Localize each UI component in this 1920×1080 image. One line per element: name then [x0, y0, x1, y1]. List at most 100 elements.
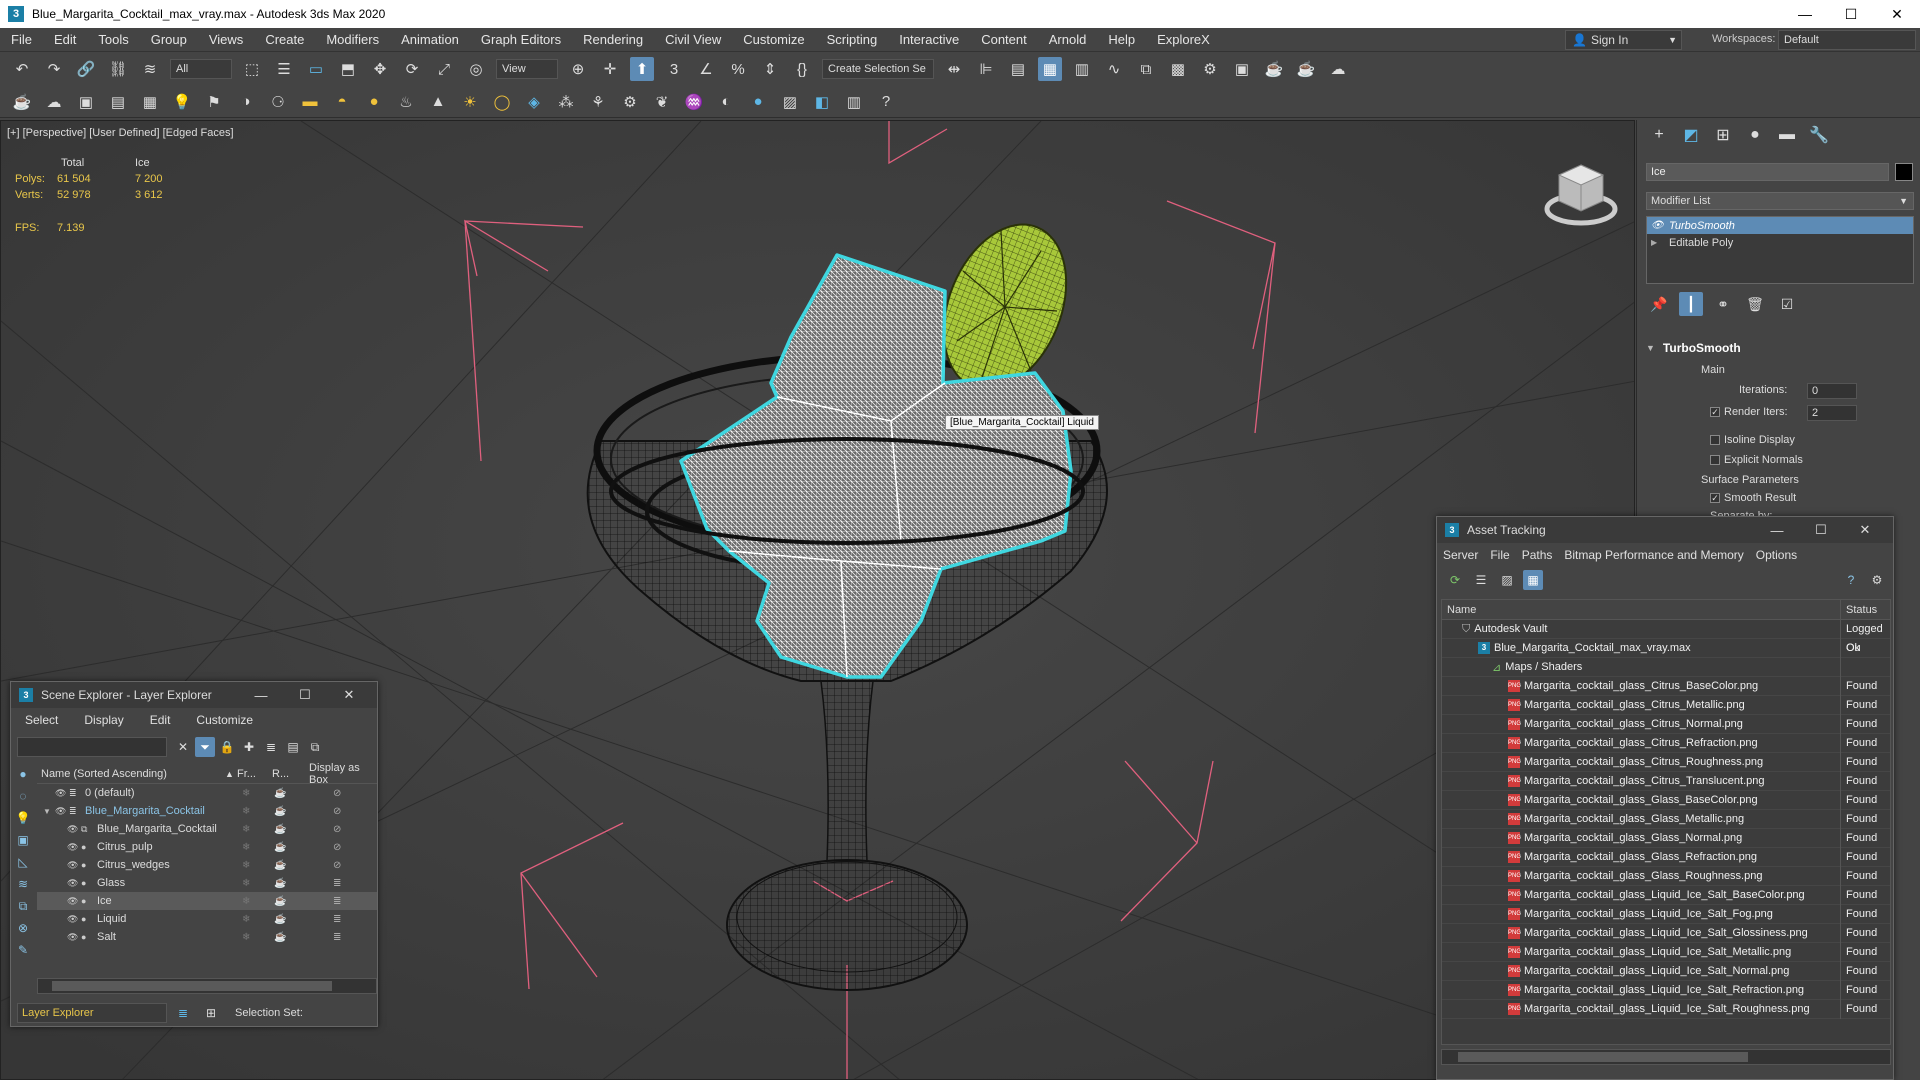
menu-rendering[interactable]: Rendering [572, 32, 654, 47]
sign-in-dropdown[interactable]: 👤 Sign In ▼ [1565, 30, 1682, 50]
undo-icon[interactable]: ↶ [10, 57, 34, 81]
reference-coordinate-dropdown[interactable]: View [496, 59, 558, 79]
object-name-field[interactable]: Ice [1646, 163, 1889, 181]
menu-animation[interactable]: Animation [390, 32, 470, 47]
display-lights-icon[interactable]: 💡 [13, 808, 33, 828]
display-as-box-icon[interactable]: ≣ [333, 878, 341, 889]
renderable-icon[interactable]: ☕ [274, 842, 286, 853]
menu-create[interactable]: Create [254, 32, 315, 47]
vray-dome-light-icon[interactable]: ◓ [330, 90, 354, 114]
curve-editor-icon[interactable]: ∿ [1102, 57, 1126, 81]
layer-row[interactable]: 👁 ● Liquid ❄ ☕ ≣ [37, 910, 377, 928]
make-unique-icon[interactable]: ⚭ [1711, 292, 1735, 316]
display-spacewarps-icon[interactable]: ≋ [13, 874, 33, 894]
make-current-layer-icon[interactable]: ▤ [283, 737, 303, 757]
motion-tab-icon[interactable]: ● [1743, 123, 1767, 147]
renderable-icon[interactable]: ☕ [274, 824, 286, 835]
list-view-icon[interactable]: ☰ [1471, 570, 1491, 590]
layer-row[interactable]: 👁 ● Glass ❄ ☕ ≣ [37, 874, 377, 892]
scene-explorer-titlebar[interactable]: 3 Scene Explorer - Layer Explorer — ☐ ✕ [11, 682, 377, 708]
layer-row[interactable]: 👁 ● Citrus_wedges ❄ ☕ ⊘ [37, 856, 377, 874]
toggle-scene-explorer-icon[interactable]: ▤ [1006, 57, 1030, 81]
vray-instancer-icon[interactable]: ⚙ [618, 90, 642, 114]
eye-icon[interactable]: 👁 [67, 842, 81, 853]
isoline-display-checkbox[interactable]: Isoline Display [1710, 434, 1795, 446]
display-shapes-icon[interactable]: ◌ [13, 786, 33, 806]
minimize-button[interactable]: — [239, 688, 283, 703]
asset-row[interactable]: PNG Margarita_cocktail_glass_Liquid_Ice_S… [1442, 961, 1890, 981]
stack-item-editable-poly[interactable]: ▶ Editable Poly [1647, 234, 1913, 251]
maximize-button[interactable]: ☐ [1828, 0, 1874, 28]
display-as-box-icon[interactable]: ⊘ [333, 824, 341, 835]
menu-scripting[interactable]: Scripting [816, 32, 889, 47]
freeze-icon[interactable]: ❄ [242, 788, 250, 799]
scrollbar-thumb[interactable] [52, 981, 332, 991]
settings-icon[interactable]: ⚙ [1867, 570, 1887, 590]
rect-selection-icon[interactable]: ▭ [304, 57, 328, 81]
display-tab-icon[interactable]: ▬ [1775, 123, 1799, 147]
asset-row[interactable]: PNG Margarita_cocktail_glass_Glass_Metall… [1442, 809, 1890, 829]
eye-icon[interactable]: 👁 [55, 806, 69, 817]
maximize-button[interactable]: ☐ [1799, 522, 1843, 538]
renderable-icon[interactable]: ☕ [274, 806, 286, 817]
at-menu-server[interactable]: Server [1443, 548, 1478, 562]
vray-material-convert-icon[interactable]: ▨ [778, 90, 802, 114]
help-icon[interactable]: ? [1841, 570, 1861, 590]
renderable-icon[interactable]: ☕ [274, 932, 286, 943]
asset-row[interactable]: ⛉ Autodesk Vault Logged Ou [1442, 619, 1890, 654]
asset-row[interactable]: PNG Margarita_cocktail_glass_Citrus_Metal… [1442, 695, 1890, 715]
vray-last-vfb-icon[interactable]: ▤ [106, 90, 130, 114]
help-icon[interactable]: ? [874, 90, 898, 114]
vray-sphere-material-icon[interactable]: ● [746, 90, 770, 114]
vray-vrscans-icon[interactable]: ◧ [810, 90, 834, 114]
vray-sun-icon[interactable]: ☀ [458, 90, 482, 114]
asset-row[interactable]: PNG Margarita_cocktail_glass_Citrus_Rough… [1442, 752, 1890, 772]
edit-named-selection-icon[interactable]: {} [790, 57, 814, 81]
display-xrefs-icon[interactable]: ⊗ [13, 918, 33, 938]
remove-modifier-icon[interactable]: 🗑 [1743, 292, 1767, 316]
layer-row[interactable]: 👁 ≣ 0 (default) ❄ ☕ ⊘ [37, 784, 377, 802]
close-button[interactable]: ✕ [1874, 0, 1920, 28]
vray-sky-icon[interactable]: ◯ [490, 90, 514, 114]
display-as-box-icon[interactable]: ⊘ [333, 788, 341, 799]
layer-row[interactable]: ▼ 👁 ≣ Blue_Margarita_Cocktail ❄ ☕ ⊘ [37, 802, 377, 820]
menu-modifiers[interactable]: Modifiers [315, 32, 390, 47]
vray-teapot-icon[interactable]: ☕ [10, 90, 34, 114]
layer-row[interactable]: 👁 ● Salt ❄ ☕ ≣ [37, 928, 377, 946]
vray-ies-light-icon[interactable]: ♨ [394, 90, 418, 114]
eye-icon[interactable]: 👁 [67, 878, 81, 889]
viewport-label[interactable]: [+] [Perspective] [User Defined] [Edged … [7, 127, 234, 139]
expand-arrow-icon[interactable]: ▼ [43, 807, 55, 816]
render-iters-spinner[interactable]: 2 [1807, 405, 1857, 421]
menu-customize[interactable]: Customize [732, 32, 815, 47]
at-menu-bitmap-performance[interactable]: Bitmap Performance and Memory [1564, 548, 1743, 562]
vray-fur-icon[interactable]: ⁂ [554, 90, 578, 114]
selection-set-icon[interactable]: ⊞ [201, 1003, 221, 1023]
place-icon[interactable]: ◎ [464, 57, 488, 81]
asset-tracking-titlebar[interactable]: 3 Asset Tracking — ☐ ✕ [1437, 517, 1893, 543]
vray-light-lister-icon[interactable]: 💡 [170, 90, 194, 114]
minimize-button[interactable]: — [1782, 0, 1828, 28]
menu-graph-editors[interactable]: Graph Editors [470, 32, 572, 47]
freeze-icon[interactable]: ❄ [242, 914, 250, 925]
freeze-icon[interactable]: ❄ [242, 806, 250, 817]
vray-scene-converter-icon[interactable]: ⚆ [266, 90, 290, 114]
window-crossing-icon[interactable]: ⬒ [336, 57, 360, 81]
bind-space-warp-icon[interactable]: ≋ [138, 57, 162, 81]
menu-edit[interactable]: Edit [43, 32, 87, 47]
freeze-icon[interactable]: ❄ [242, 878, 250, 889]
menu-civil-view[interactable]: Civil View [654, 32, 732, 47]
asset-row[interactable]: 3 Blue_Margarita_Cocktail_max_vray.max Ok [1442, 638, 1890, 658]
workspaces-select[interactable]: Default [1778, 30, 1916, 50]
menu-tools[interactable]: Tools [87, 32, 139, 47]
vray-ambient-light-icon[interactable]: ▲ [426, 90, 450, 114]
spinner-snap-icon[interactable]: ⇕ [758, 57, 782, 81]
clear-search-icon[interactable]: ✕ [173, 737, 193, 757]
close-button[interactable]: ✕ [327, 687, 371, 703]
configure-modifier-sets-icon[interactable]: ☑ [1775, 292, 1799, 316]
freeze-icon[interactable]: ❄ [242, 932, 250, 943]
asset-row[interactable]: PNG Margarita_cocktail_glass_Glass_Normal… [1442, 828, 1890, 848]
move-icon[interactable]: ✥ [368, 57, 392, 81]
maximize-button[interactable]: ☐ [283, 687, 327, 703]
rendered-frame-window-icon[interactable]: ▣ [1230, 57, 1254, 81]
